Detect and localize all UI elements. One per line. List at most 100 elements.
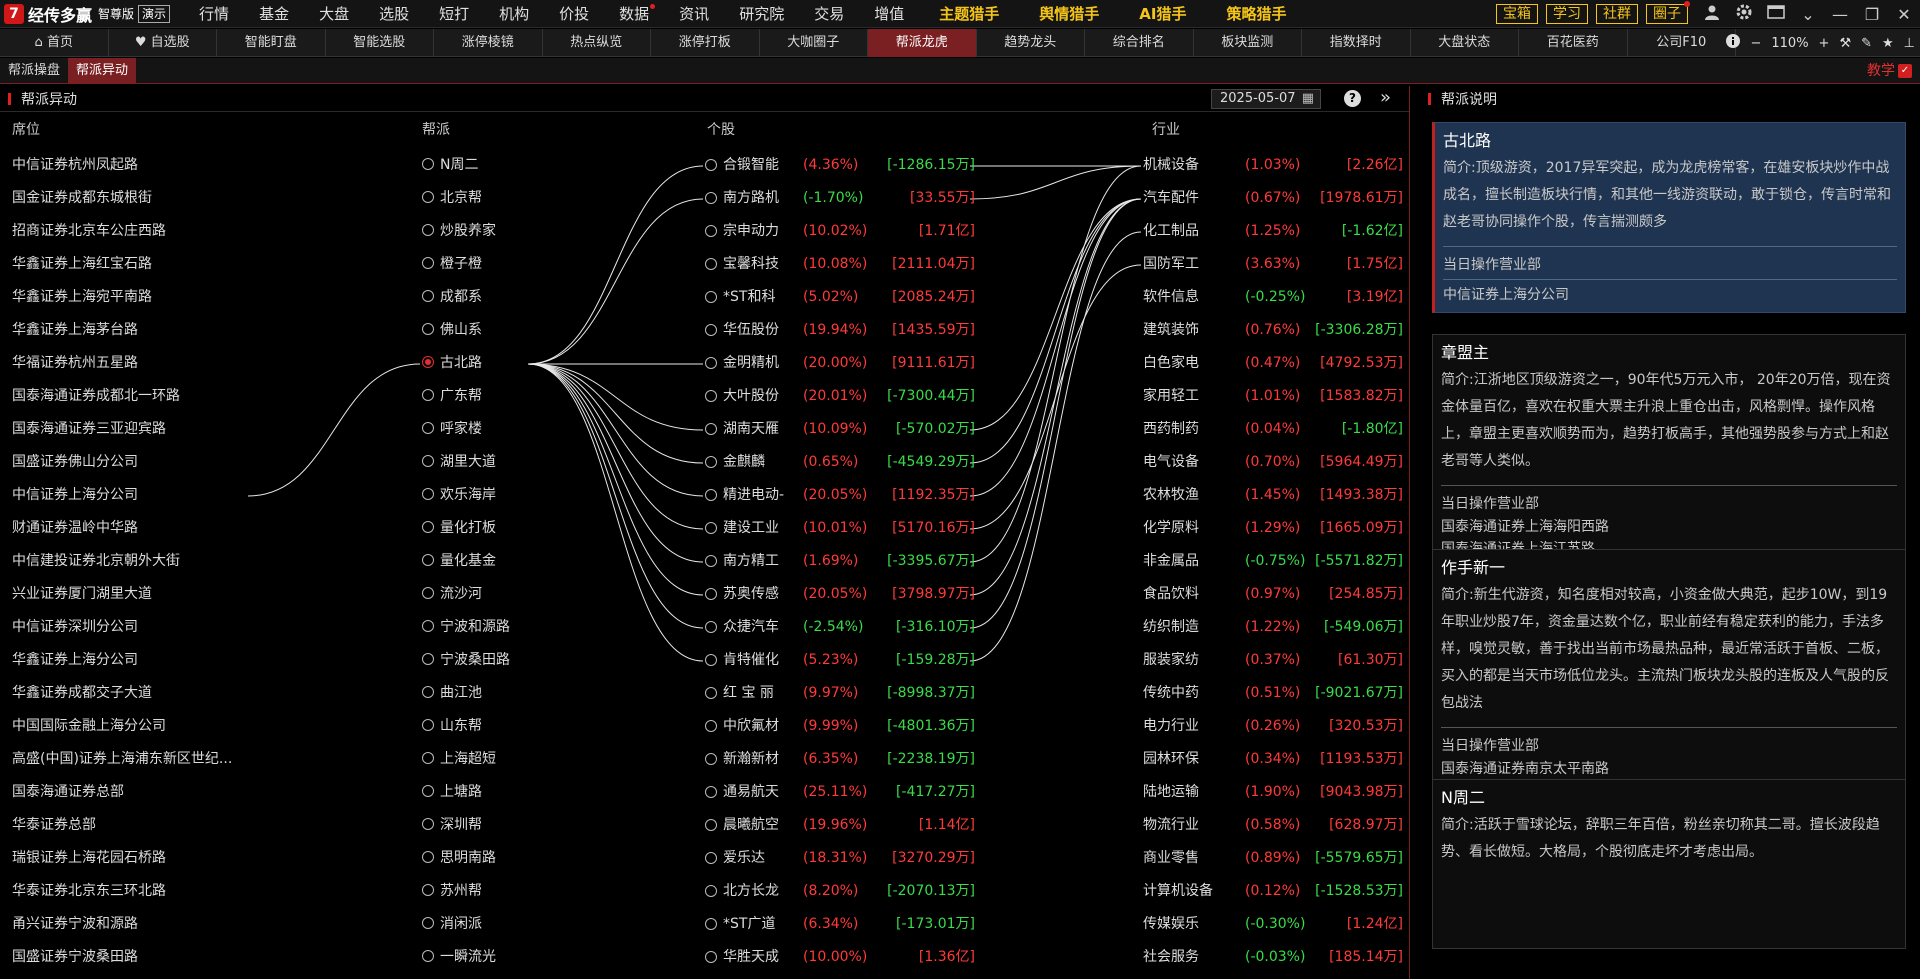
gang-row[interactable]: 流沙河 [422, 578, 582, 611]
gang-row[interactable]: 上海超短 [422, 743, 582, 776]
gang-radio[interactable] [422, 950, 434, 962]
stock-radio[interactable] [705, 159, 717, 171]
seat-row[interactable]: 中国国际金融上海分公司 [12, 710, 252, 743]
date-picker[interactable]: 2025-05-07 ▦ [1211, 89, 1321, 109]
seat-row[interactable]: 华泰证券北京东三环北路 [12, 875, 252, 908]
chevron-down-icon[interactable]: ⌄ [1792, 5, 1824, 24]
feature-tab[interactable]: 综合排名 [1085, 28, 1194, 57]
stock-radio[interactable] [705, 225, 717, 237]
gang-radio[interactable] [422, 290, 434, 302]
gang-card[interactable]: 章盟主 简介:江浙地区顶级游资之一，90年代5万元入市， 20年20万倍，现在资金… [1432, 334, 1906, 567]
stock-radio[interactable] [705, 390, 717, 402]
feature-tab[interactable]: 公司F10 [1628, 28, 1736, 57]
stock-row[interactable]: 精进电动- (20.05%) [1192.35万] [705, 479, 975, 512]
gang-row[interactable]: 上塘路 [422, 776, 582, 809]
teach-button[interactable]: 教学 ✓ [1867, 58, 1912, 84]
stock-radio[interactable] [705, 951, 717, 963]
industry-row[interactable]: 软件信息 (-0.25%) [3.19亿] [1143, 281, 1403, 314]
top-button[interactable]: 社群 [1596, 4, 1638, 24]
stock-radio[interactable] [705, 192, 717, 204]
seat-row[interactable]: 中信证券上海分公司 [12, 479, 252, 512]
seat-row[interactable]: 华鑫证券上海分公司 [12, 644, 252, 677]
feature-tab[interactable]: 大盘状态 [1411, 28, 1519, 57]
industry-row[interactable]: 传媒娱乐 (-0.30%) [1.24亿] [1143, 908, 1403, 941]
feature-tab[interactable]: 热点纵览 [543, 28, 651, 57]
gang-radio[interactable] [422, 224, 434, 236]
stock-radio[interactable] [705, 885, 717, 897]
gang-radio[interactable] [422, 422, 434, 434]
stock-row[interactable]: 爱乐达 (18.31%) [3270.29万] [705, 842, 975, 875]
seat-row[interactable]: 中信建投证券北京朝外大街 [12, 545, 252, 578]
gang-card[interactable]: 古北路 简介:顶级游资，2017异军突起，成为龙虎榜常客，在雄安板块炒作中战成名，… [1432, 122, 1906, 313]
zoom-in-button[interactable]: + [1819, 36, 1830, 51]
menu-item[interactable]: 增值 [859, 0, 919, 28]
stock-radio[interactable] [705, 258, 717, 270]
stock-row[interactable]: 新瀚新材 (6.35%) [-2238.19万] [705, 743, 975, 776]
gang-radio[interactable] [422, 752, 434, 764]
stock-radio[interactable] [705, 588, 717, 600]
industry-row[interactable]: 食品饮料 (0.97%) [254.85万] [1143, 578, 1403, 611]
feature-tab[interactable]: 涨停棱镜 [434, 28, 543, 57]
gang-row[interactable]: 深圳帮 [422, 809, 582, 842]
gang-radio[interactable] [422, 158, 434, 170]
star-icon[interactable]: ★ [1882, 36, 1894, 51]
stock-row[interactable]: 宗申动力 (10.02%) [1.71亿] [705, 215, 975, 248]
stock-row[interactable]: 华胜天成 (10.00%) [1.36亿] [705, 941, 975, 974]
gang-row[interactable]: N周二 [422, 149, 582, 182]
gang-radio[interactable] [422, 686, 434, 698]
stock-radio[interactable] [705, 522, 717, 534]
stock-row[interactable]: 众捷汽车 (-2.54%) [-316.10万] [705, 611, 975, 644]
stock-radio[interactable] [705, 720, 717, 732]
stock-row[interactable]: 金麒麟 (0.65%) [-4549.29万] [705, 446, 975, 479]
stock-row[interactable]: 肯特催化 (5.23%) [-159.28万] [705, 644, 975, 677]
stock-radio[interactable] [705, 291, 717, 303]
stock-row[interactable]: 华伍股份 (19.94%) [1435.59万] [705, 314, 975, 347]
industry-row[interactable]: 化学原料 (1.29%) [1665.09万] [1143, 512, 1403, 545]
gang-radio[interactable] [422, 356, 434, 368]
menu-item[interactable]: AI猎手 [1119, 0, 1206, 28]
industry-row[interactable]: 建筑装饰 (0.76%) [-3306.28万] [1143, 314, 1403, 347]
stock-row[interactable]: 建设工业 (10.01%) [5170.16万] [705, 512, 975, 545]
gang-row[interactable]: 量化基金 [422, 545, 582, 578]
stock-row[interactable]: *ST广道 (6.34%) [-173.01万] [705, 908, 975, 941]
industry-row[interactable]: 计算机设备 (0.12%) [-1528.53万] [1143, 875, 1403, 908]
stock-radio[interactable] [705, 621, 717, 633]
industry-row[interactable]: 物流行业 (0.58%) [628.97万] [1143, 809, 1403, 842]
seat-row[interactable]: 国盛证券宁波桑田路 [12, 941, 252, 974]
gang-radio[interactable] [422, 488, 434, 500]
demo-button[interactable]: 演示 [138, 4, 171, 23]
feature-tab[interactable]: 趋势龙头 [977, 28, 1085, 57]
gang-row[interactable]: 炒股养家 [422, 215, 582, 248]
gang-row[interactable]: 欢乐海岸 [422, 479, 582, 512]
info-icon[interactable] [1726, 34, 1741, 52]
gang-radio[interactable] [422, 653, 434, 665]
gang-row[interactable]: 曲江池 [422, 677, 582, 710]
stock-row[interactable]: 通易航天 (25.11%) [-417.27万] [705, 776, 975, 809]
gang-row[interactable]: 苏州帮 [422, 875, 582, 908]
feature-tab[interactable]: ♥ 自选股 [109, 28, 217, 57]
gang-row[interactable]: 湖里大道 [422, 446, 582, 479]
gang-radio[interactable] [422, 851, 434, 863]
stock-row[interactable]: 金明精机 (20.00%) [9111.61万] [705, 347, 975, 380]
seat-row[interactable]: 华鑫证券成都交子大道 [12, 677, 252, 710]
gang-radio[interactable] [422, 620, 434, 632]
stock-row[interactable]: 宝馨科技 (10.08%) [2111.04万] [705, 248, 975, 281]
seat-row[interactable]: 国金证券成都东城根街 [12, 182, 252, 215]
menu-item[interactable]: 机构 [484, 0, 544, 28]
stock-radio[interactable] [705, 555, 717, 567]
industry-row[interactable]: 服装家纺 (0.37%) [61.30万] [1143, 644, 1403, 677]
gang-card[interactable]: N周二 简介:活跃于雪球论坛，辞职三年百倍，粉丝亲切称其二哥。擅长波段趋势、看长做… [1432, 779, 1906, 949]
stock-row[interactable]: 苏奥传感 (20.05%) [3798.97万] [705, 578, 975, 611]
top-button[interactable]: 宝箱 [1496, 4, 1538, 24]
stock-radio[interactable] [705, 753, 717, 765]
stock-radio[interactable] [705, 819, 717, 831]
gang-row[interactable]: 古北路 [422, 347, 582, 380]
menu-item[interactable]: 选股 [364, 0, 424, 28]
menu-item[interactable]: 大盘 [304, 0, 364, 28]
seat-row[interactable]: 国盛证券佛山分公司 [12, 446, 252, 479]
industry-row[interactable]: 传统中药 (0.51%) [-9021.67万] [1143, 677, 1403, 710]
industry-row[interactable]: 园林环保 (0.34%) [1193.53万] [1143, 743, 1403, 776]
stock-radio[interactable] [705, 357, 717, 369]
sub-tab[interactable]: 帮派操盘 [0, 58, 68, 84]
gang-radio[interactable] [422, 917, 434, 929]
